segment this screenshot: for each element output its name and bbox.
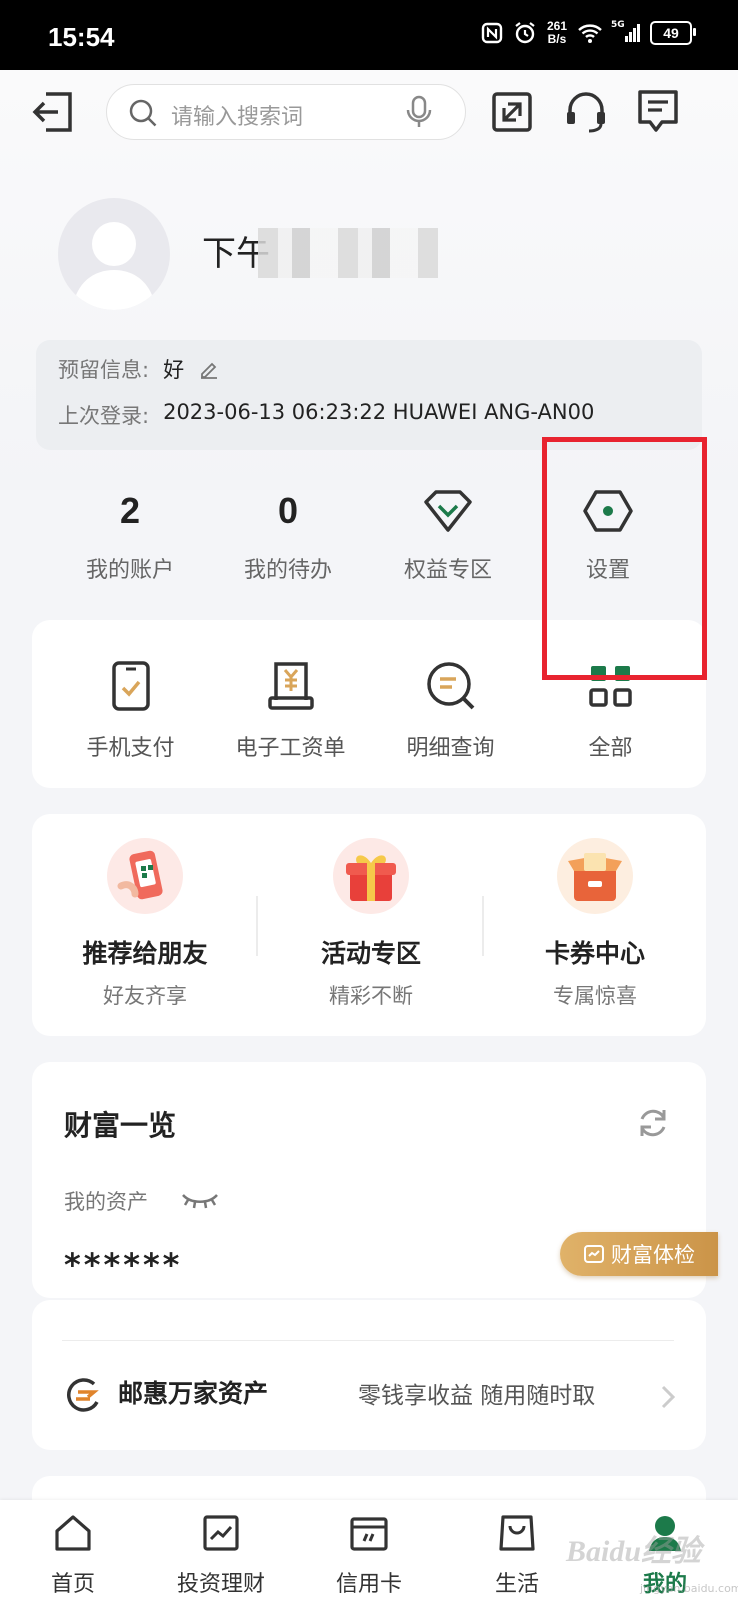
benefits-label: 权益专区 bbox=[403, 558, 492, 583]
wealth-checkup-button[interactable]: 财富体检 bbox=[560, 1232, 718, 1276]
gift-box-icon bbox=[346, 855, 396, 901]
detail-search-icon bbox=[426, 662, 474, 710]
customer-service-icon[interactable] bbox=[563, 90, 609, 134]
todo-count: 0 bbox=[277, 490, 299, 531]
search-icon bbox=[129, 99, 157, 127]
accounts-label: 我的账户 bbox=[85, 558, 174, 583]
tab-invest[interactable]: 投资理财 bbox=[156, 1510, 286, 1598]
alarm-icon bbox=[515, 22, 535, 44]
e-payslip[interactable]: 电子工资单 bbox=[208, 658, 373, 762]
highlight-box bbox=[542, 437, 707, 680]
my-accounts[interactable]: 2 我的账户 bbox=[50, 486, 210, 584]
chart-icon bbox=[203, 1515, 239, 1551]
tab-credit-card-label: 信用卡 bbox=[335, 1572, 402, 1597]
phone-pay[interactable]: 手机支付 bbox=[48, 658, 213, 762]
last-login-label: 上次登录: bbox=[58, 404, 150, 428]
chevron-right-icon bbox=[661, 1385, 676, 1409]
logout-icon[interactable] bbox=[32, 90, 76, 134]
assets-value: ****** bbox=[64, 1246, 183, 1284]
signal-icon: 5G bbox=[611, 20, 640, 42]
wealth-title: 财富一览 bbox=[64, 1109, 177, 1142]
tab-home-label: 首页 bbox=[50, 1572, 95, 1597]
search-bar[interactable]: 请输入搜索词 bbox=[106, 84, 466, 140]
avatar[interactable] bbox=[58, 198, 170, 310]
detail-search-label: 明细查询 bbox=[406, 736, 495, 761]
recommend-title: 推荐给朋友 bbox=[82, 939, 208, 968]
coupon-center[interactable]: 卡券中心 专属惊喜 bbox=[482, 838, 708, 1010]
coupon-subtitle: 专属惊喜 bbox=[553, 984, 637, 1008]
edit-icon[interactable] bbox=[198, 358, 220, 380]
tab-life[interactable]: 生活 bbox=[452, 1510, 582, 1598]
activity-subtitle: 精彩不断 bbox=[329, 984, 413, 1008]
todo-label: 我的待办 bbox=[243, 558, 332, 583]
status-icons: 261 B/s 5G 49 bbox=[481, 19, 696, 46]
watermark-url: jingyan.baidu.com bbox=[640, 1582, 738, 1595]
battery-icon: 49 bbox=[650, 21, 696, 45]
nfc-icon bbox=[481, 22, 503, 44]
search-input[interactable]: 请输入搜索词 bbox=[171, 99, 303, 131]
tab-life-label: 生活 bbox=[494, 1572, 539, 1597]
status-time: 15:54 bbox=[48, 22, 115, 52]
reserved-info-value: 好 bbox=[163, 358, 185, 382]
coupon-title: 卡券中心 bbox=[544, 939, 645, 968]
phone-qr-icon bbox=[117, 850, 163, 900]
reserved-info-row: 预留信息: 好 bbox=[58, 354, 220, 384]
tab-invest-label: 投资理财 bbox=[176, 1572, 265, 1597]
youhui-title: 邮惠万家资产 bbox=[118, 1379, 269, 1408]
tab-credit-card[interactable]: 信用卡 bbox=[304, 1510, 434, 1598]
credit-card-icon bbox=[350, 1517, 388, 1551]
accounts-count: 2 bbox=[119, 490, 141, 531]
avatar-placeholder-icon bbox=[72, 222, 156, 310]
refresh-icon[interactable] bbox=[636, 1106, 670, 1140]
login-info-box: 预留信息: 好 上次登录: 2023-06-13 06:23:22 HUAWEI… bbox=[36, 340, 702, 450]
assets-label: 我的资产 bbox=[64, 1190, 148, 1214]
checkup-label: 财富体检 bbox=[611, 1243, 695, 1267]
status-bar: 15:54 261 B/s 5G 49 bbox=[0, 0, 738, 70]
recommend-friends[interactable]: 推荐给朋友 好友齐享 bbox=[32, 838, 258, 1010]
wifi-icon bbox=[578, 24, 602, 43]
divider bbox=[62, 1340, 674, 1341]
payslip-icon bbox=[267, 662, 314, 710]
baidu-watermark: Baidu经验 bbox=[566, 1535, 702, 1568]
my-todo[interactable]: 0 我的待办 bbox=[208, 486, 368, 584]
last-login-row: 上次登录: 2023-06-13 06:23:22 HUAWEI ANG-AN0… bbox=[58, 400, 594, 430]
e-payslip-label: 电子工资单 bbox=[235, 736, 346, 761]
scan-icon[interactable] bbox=[490, 90, 534, 134]
report-icon bbox=[584, 1245, 604, 1263]
home-icon bbox=[55, 1515, 91, 1551]
reserved-info-label: 预留信息: bbox=[58, 358, 150, 382]
message-icon[interactable] bbox=[636, 88, 680, 134]
youhui-desc: 零钱享收益 随用随时取 bbox=[358, 1383, 596, 1409]
microphone-icon[interactable] bbox=[403, 95, 435, 129]
phone-pay-icon bbox=[111, 661, 150, 711]
youhui-logo-icon bbox=[67, 1378, 99, 1412]
net-speed: 261 B/s bbox=[546, 19, 567, 46]
benefits-zone[interactable]: 权益专区 bbox=[368, 486, 528, 584]
coupon-box-icon bbox=[568, 853, 622, 901]
activity-title: 活动专区 bbox=[320, 939, 421, 968]
diamond-icon bbox=[424, 490, 472, 532]
name-blurred-region bbox=[258, 228, 438, 278]
shopping-bag-icon bbox=[499, 1515, 535, 1551]
detail-search[interactable]: 明细查询 bbox=[368, 658, 533, 762]
eye-closed-icon[interactable] bbox=[180, 1190, 220, 1212]
last-login-value: 2023-06-13 06:23:22 HUAWEI ANG-AN00 bbox=[163, 400, 595, 424]
phone-pay-label: 手机支付 bbox=[86, 736, 175, 761]
recommend-subtitle: 好友齐享 bbox=[103, 984, 187, 1008]
tab-home[interactable]: 首页 bbox=[8, 1510, 138, 1598]
activity-zone[interactable]: 活动专区 精彩不断 bbox=[258, 838, 484, 1010]
all-functions-label: 全部 bbox=[588, 736, 633, 761]
